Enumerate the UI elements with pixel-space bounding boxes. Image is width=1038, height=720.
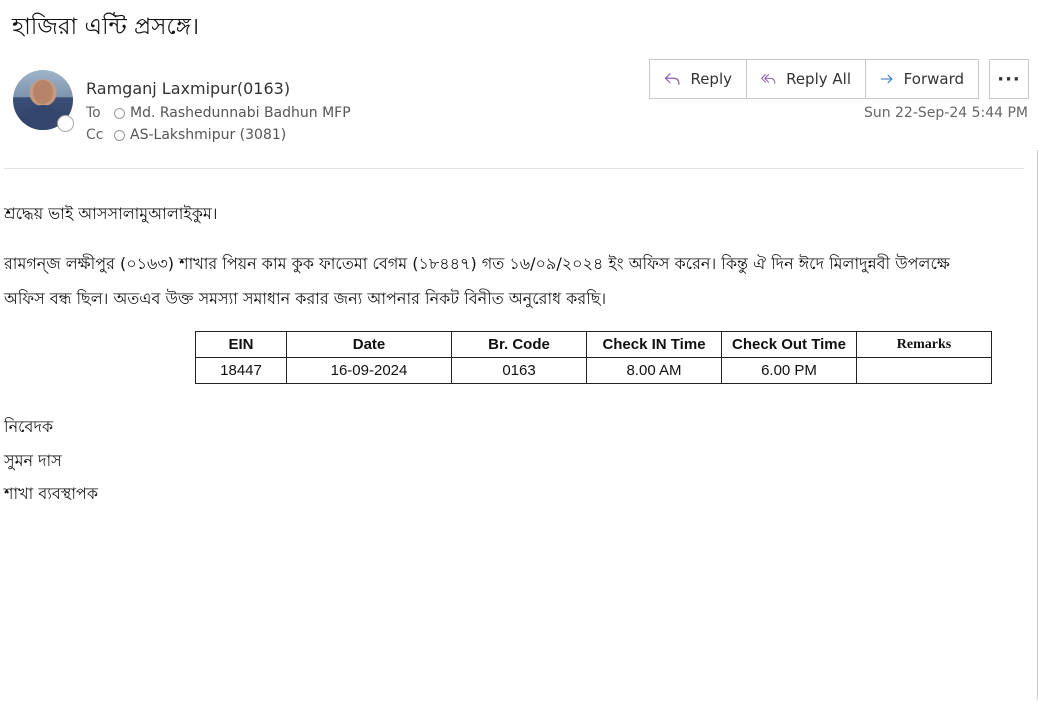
body-line-1: রামগন্জ লক্ষীপুর (০১৬৩) শাখার পিয়ন কাম … <box>4 254 950 273</box>
signature-line-3: শাখা ব্যবস্থাপক <box>4 484 99 503</box>
to-recipient[interactable]: Md. Rashedunnabi Badhun MFP <box>130 105 351 121</box>
recipient-presence-icon <box>114 129 125 141</box>
cc-recipient[interactable]: AS-Lakshmipur (3081) <box>130 127 286 143</box>
cell-remarks <box>856 357 992 384</box>
reply-all-icon <box>761 74 776 84</box>
more-options-icon: ··· <box>997 68 1021 90</box>
email-subject: হাজিরা এন্টি প্রসঙ্গে। <box>12 14 200 40</box>
table-header-row: EIN Date Br. Code Check IN Time Check Ou… <box>195 331 992 358</box>
avatar-body <box>26 105 60 130</box>
table-row: 18447 16-09-2024 0163 8.00 AM 6.00 PM <box>195 357 992 384</box>
reply-label: Reply <box>690 70 732 88</box>
forward-button[interactable]: Forward <box>866 60 978 98</box>
forward-label: Forward <box>903 70 964 88</box>
header-check-out: Check Out Time <box>721 331 857 358</box>
to-row: To Md. Rashedunnabi Badhun MFP <box>86 105 351 121</box>
body-line-2: অফিস বন্ধ ছিল। অতএব উক্ত সমস্যা সমাধান ক… <box>4 289 607 308</box>
reply-icon <box>664 73 680 85</box>
sender-name[interactable]: Ramganj Laxmipur(0163) <box>86 79 290 98</box>
cc-label: Cc <box>86 127 104 143</box>
header-date: Date <box>286 331 452 358</box>
forward-arrow-icon <box>880 74 893 84</box>
cell-check-in: 8.00 AM <box>586 357 722 384</box>
reply-button[interactable]: Reply <box>650 60 747 98</box>
cell-date: 16-09-2024 <box>286 357 452 384</box>
reply-all-button[interactable]: Reply All <box>747 60 866 98</box>
sent-timestamp: Sun 22-Sep-24 5:44 PM <box>863 105 1028 121</box>
more-options-button[interactable]: ··· <box>989 59 1029 99</box>
header-remarks: Remarks <box>856 331 992 358</box>
signature-line-1: নিবেদক <box>4 417 54 436</box>
cell-br-code: 0163 <box>451 357 587 384</box>
recipient-presence-icon <box>114 107 125 119</box>
header-ein: EIN <box>195 331 287 358</box>
cell-ein: 18447 <box>195 357 287 384</box>
cell-check-out: 6.00 PM <box>721 357 857 384</box>
greeting-text: শ্রদ্ধেয় ভাই আসসালামুআলাইকুম। <box>4 204 218 223</box>
header-check-in: Check IN Time <box>586 331 722 358</box>
presence-status-icon <box>57 115 74 132</box>
header-br-code: Br. Code <box>451 331 587 358</box>
reply-all-label: Reply All <box>786 70 851 88</box>
header-divider <box>4 168 1024 169</box>
avatar-head <box>33 80 53 104</box>
message-actions: Reply Reply All Forward <box>649 59 979 99</box>
signature-line-2: সুমন দাস <box>4 451 62 470</box>
cc-row: Cc AS-Lakshmipur (3081) <box>86 127 286 143</box>
to-label: To <box>86 105 101 121</box>
attendance-table: EIN Date Br. Code Check IN Time Check Ou… <box>195 331 992 384</box>
